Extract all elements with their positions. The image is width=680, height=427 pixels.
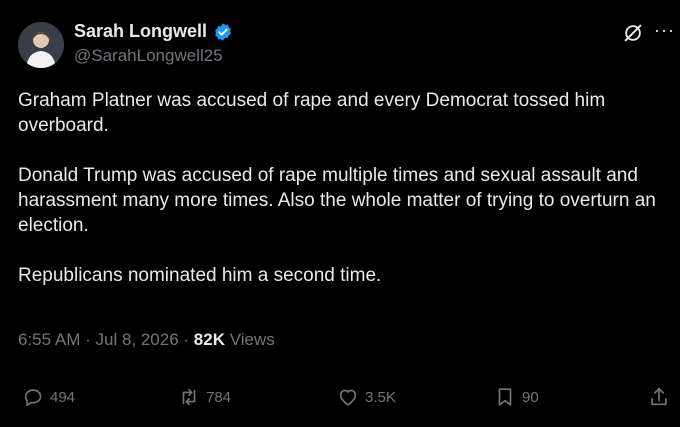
tweet-time[interactable]: 6:55 AM bbox=[18, 330, 80, 349]
reply-button[interactable]: 494 bbox=[22, 386, 75, 408]
avatar[interactable] bbox=[18, 22, 64, 68]
tweet-date[interactable]: Jul 8, 2026 bbox=[95, 330, 178, 349]
views-count: 82K bbox=[193, 330, 225, 349]
reply-count: 494 bbox=[50, 388, 76, 406]
author-name[interactable]: Sarah Longwell bbox=[74, 21, 207, 42]
repost-icon bbox=[182, 388, 196, 406]
action-bar: 494 784 3.5K 90 bbox=[0, 386, 680, 414]
tweet-paragraph: Donald Trump was accused of rape multipl… bbox=[18, 165, 656, 236]
avatar-image bbox=[18, 22, 64, 68]
like-count: 3.5K bbox=[365, 388, 396, 406]
share-button[interactable] bbox=[648, 386, 670, 408]
tweet-paragraph: Republicans nominated him a second time. bbox=[18, 265, 382, 286]
tweet-text: Graham Platner was accused of rape and e… bbox=[18, 88, 668, 313]
verified-badge-icon bbox=[215, 22, 231, 41]
tweet-meta: 6:55 AM · Jul 8, 2026 · 82K Views bbox=[18, 330, 275, 349]
grok-icon[interactable] bbox=[622, 22, 644, 44]
bookmark-count: 90 bbox=[522, 388, 539, 406]
share-icon bbox=[651, 387, 667, 406]
author-name-row[interactable]: Sarah Longwell bbox=[74, 21, 233, 42]
bookmark-button[interactable]: 90 bbox=[494, 386, 539, 408]
repost-count: 784 bbox=[206, 388, 232, 406]
author-handle[interactable]: @SarahLongwell25 bbox=[74, 46, 223, 66]
bookmark-icon bbox=[498, 388, 512, 406]
repost-button[interactable]: 784 bbox=[178, 386, 231, 408]
like-icon bbox=[339, 389, 357, 406]
reply-icon bbox=[24, 389, 42, 407]
like-button[interactable]: 3.5K bbox=[337, 386, 396, 408]
more-icon[interactable]: ··· bbox=[654, 20, 675, 41]
views-label: Views bbox=[229, 330, 275, 349]
tweet-paragraph: Graham Platner was accused of rape and e… bbox=[18, 90, 606, 136]
